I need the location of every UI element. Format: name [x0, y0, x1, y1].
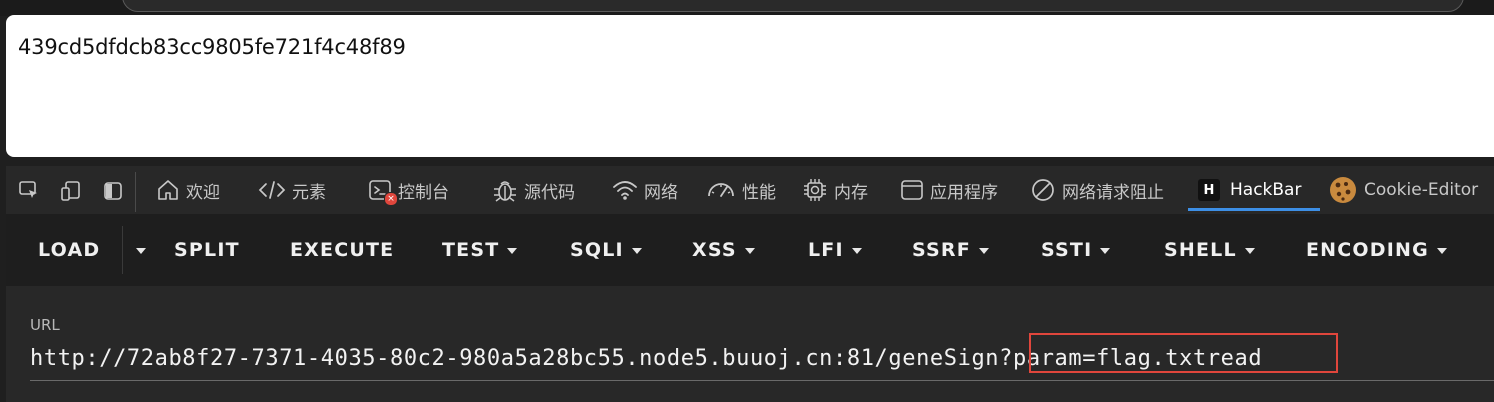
memory-chip-icon [804, 179, 826, 201]
address-bar[interactable] [122, 0, 1464, 12]
hackbar-toolbar: LOAD SPLIT EXECUTE TEST SQLI XSS LFI SSR… [6, 214, 1494, 286]
split-label: SPLIT [174, 239, 240, 261]
tab-label: 内存 [834, 182, 868, 203]
tab-label: 应用程序 [930, 182, 998, 203]
active-tab-indicator [1188, 208, 1320, 211]
chevron-down-icon [851, 248, 862, 254]
page-viewport: 439cd5dfdcb83cc9805fe721f4c48f89 [6, 15, 1494, 157]
tab-label: 元素 [292, 182, 326, 203]
chevron-down-icon [631, 248, 642, 254]
tab-hackbar[interactable]: H HackBar [1198, 166, 1301, 214]
tab-label: 性能 [742, 182, 776, 203]
ssrf-menu-button[interactable]: SSRF [912, 214, 989, 286]
encoding-label: ENCODING [1306, 239, 1429, 261]
sqli-label: SQLI [570, 239, 624, 261]
tab-performance[interactable]: 性能 [706, 166, 776, 214]
tab-welcome[interactable]: 欢迎 [156, 166, 220, 214]
test-menu-button[interactable]: TEST [442, 214, 518, 286]
shell-label: SHELL [1164, 239, 1237, 261]
load-options-dropdown[interactable] [128, 214, 146, 286]
execute-label: EXECUTE [290, 239, 395, 261]
xss-label: XSS [692, 239, 737, 261]
sqli-menu-button[interactable]: SQLI [570, 214, 642, 286]
hackbar-logo-icon: H [1198, 179, 1220, 201]
tab-label: 欢迎 [186, 182, 220, 203]
devtools-tabbar: 欢迎 元素 × 控制台 源代码 网络 性能 内存 应用程序 网络请求阻止 H H… [6, 166, 1494, 214]
toolbar-divider [135, 172, 136, 212]
lfi-label: LFI [808, 239, 844, 261]
home-icon [158, 180, 178, 200]
application-icon [901, 180, 923, 200]
url-field-label: URL [30, 316, 60, 334]
tab-memory[interactable]: 内存 [802, 166, 868, 214]
chevron-down-icon [1100, 248, 1111, 254]
encoding-menu-button[interactable]: ENCODING [1306, 214, 1447, 286]
ssti-menu-button[interactable]: SSTI [1041, 214, 1111, 286]
tab-label: 网络 [644, 182, 678, 203]
block-icon [1032, 179, 1054, 201]
load-button[interactable]: LOAD [38, 214, 100, 286]
device-toolbar-icon[interactable] [58, 178, 84, 204]
tab-network-request-blocking[interactable]: 网络请求阻止 [1030, 166, 1164, 214]
tab-cookie-editor[interactable]: Cookie-Editor [1328, 166, 1478, 214]
split-button[interactable]: SPLIT [174, 214, 240, 286]
bug-icon [494, 181, 516, 202]
load-label: LOAD [38, 239, 101, 261]
url-input-value: http://72ab8f27-7371-4035-80c2-980a5a28b… [30, 346, 1263, 371]
tab-label: Cookie-Editor [1364, 180, 1479, 200]
tab-network[interactable]: 网络 [612, 166, 678, 214]
chevron-down-icon [978, 248, 989, 254]
chevron-down-icon [507, 248, 518, 254]
inspect-element-icon[interactable] [16, 178, 42, 204]
performance-icon [708, 183, 734, 197]
cookie-icon [1330, 177, 1356, 203]
devtools-panel: 欢迎 元素 × 控制台 源代码 网络 性能 内存 应用程序 网络请求阻止 H H… [6, 166, 1494, 402]
tab-sources[interactable]: 源代码 [492, 166, 575, 214]
page-content-text: 439cd5dfdcb83cc9805fe721f4c48f89 [18, 35, 406, 59]
load-dropdown-divider [122, 226, 123, 274]
chevron-down-icon [744, 248, 755, 254]
ssti-label: SSTI [1041, 239, 1093, 261]
chevron-down-icon [136, 248, 146, 254]
tab-elements[interactable]: 元素 [258, 166, 326, 214]
test-label: TEST [442, 239, 500, 261]
execute-button[interactable]: EXECUTE [290, 214, 394, 286]
url-input[interactable]: http://72ab8f27-7371-4035-80c2-980a5a28b… [30, 342, 1494, 381]
tab-label: HackBar [1230, 180, 1302, 200]
wifi-icon [613, 181, 637, 200]
browser-top-strip [0, 0, 1494, 16]
tab-console[interactable]: × 控制台 [368, 166, 449, 214]
chevron-down-icon [1436, 248, 1447, 254]
chevron-down-icon [1244, 248, 1255, 254]
tab-label: 源代码 [524, 182, 575, 203]
console-icon: × [368, 178, 398, 206]
lfi-menu-button[interactable]: LFI [808, 214, 862, 286]
hackbar-body: URL http://72ab8f27-7371-4035-80c2-980a5… [6, 286, 1494, 402]
shell-menu-button[interactable]: SHELL [1164, 214, 1255, 286]
xss-menu-button[interactable]: XSS [692, 214, 755, 286]
tab-application[interactable]: 应用程序 [900, 166, 998, 214]
sidebar-toggle-icon[interactable] [100, 178, 126, 204]
ssrf-label: SSRF [912, 239, 971, 261]
error-badge-icon: × [384, 192, 398, 206]
code-icon [258, 181, 286, 199]
tab-label: 控制台 [398, 182, 449, 203]
tab-label: 网络请求阻止 [1062, 182, 1164, 203]
